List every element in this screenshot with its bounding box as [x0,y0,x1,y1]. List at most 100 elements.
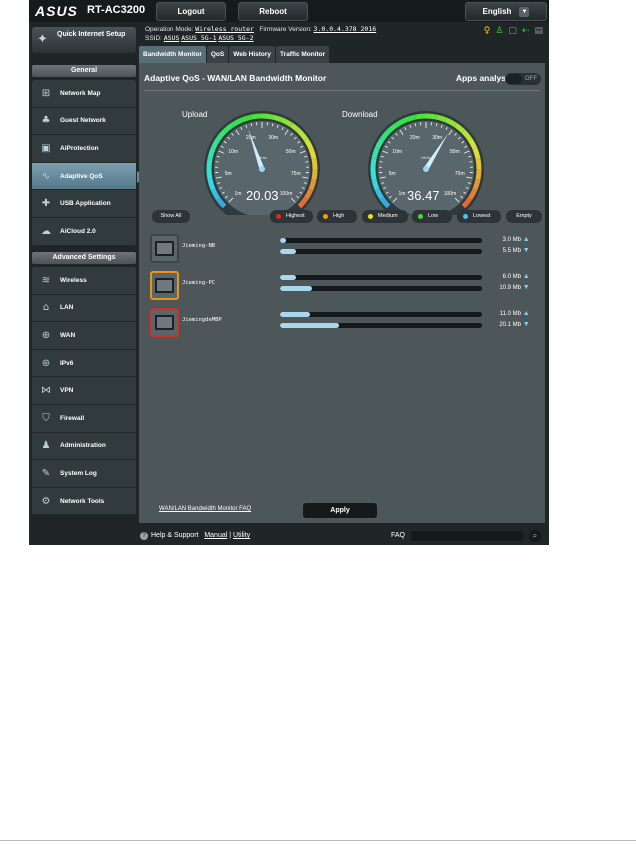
red-dot-icon [276,214,281,219]
priority-filters: Show All Highest High Medium Low Lowest … [152,210,542,223]
page-bottom-rule [0,840,636,841]
gauge-unit: Mbits [421,155,431,160]
download-bar-fill [280,286,313,291]
printer-icon[interactable]: ▤ [534,27,543,36]
gauge-arc-segment [404,114,417,123]
logout-button[interactable]: Logout [156,2,226,21]
tools-icon: ⚙ [41,495,51,507]
apply-button[interactable]: Apply [303,503,377,518]
wan-status-icon[interactable]: ▢ [508,27,517,36]
manual-link[interactable]: Manual [204,532,227,539]
filter-medium-button[interactable]: Medium [362,210,408,223]
download-rate: 20.1 Mb ▼ [489,321,533,328]
reboot-button[interactable]: Reboot [238,2,308,21]
gauge-arc-segment [415,113,427,120]
sidebar-item-wireless[interactable]: ≋ Wireless [32,267,136,295]
tab-web-history[interactable]: Web History [229,46,276,63]
gauge-hub [259,166,265,172]
bulb-icon[interactable]: ♀ [484,27,491,36]
sidebar-item-usb-application[interactable]: ✚ USB Application [32,190,136,218]
sidebar-item-network-tools[interactable]: ⚙ Network Tools [32,488,136,516]
download-rate: 5.5 Mb ▼ [489,247,533,254]
sidebar-item-label: Wireless [60,276,87,284]
sidebar-item-label: Network Tools [60,497,105,505]
chevron-down-icon: ▼ [519,6,530,17]
faq-search-input[interactable] [411,531,523,541]
gauge-hub [423,166,429,172]
ssid-link[interactable]: ASUS [164,34,180,42]
sidebar-item-wan[interactable]: ⊕ WAN [32,322,136,350]
firmware-version-link[interactable]: 3.0.0.4.378_2016 [314,25,377,33]
wifi-icon: ≋ [41,274,51,286]
gauge-arc-segment [271,114,284,123]
laptop-icon[interactable] [150,271,179,300]
language-select[interactable]: English ▼ [465,2,547,21]
ssid-label: SSID: [145,35,162,42]
gauge-tick-label: 1m [398,191,405,197]
device-name: Jieming-PC [182,280,216,286]
device-row: Jieming-PC 6.0 Mb ▲ 10.9 Mb ▼ [147,271,543,309]
toggle-state: OFF [525,76,537,82]
arrow-down-icon: ▼ [522,321,530,328]
show-all-button[interactable]: Show All [152,210,190,223]
footer-separator: | [229,532,232,539]
arrow-up-icon: ▲ [522,236,530,243]
sidebar-item-administration[interactable]: ♟ Administration [32,433,136,461]
rate-unit: Mb [512,237,522,243]
faq-label: FAQ [391,532,406,539]
filter-empty-button[interactable]: Empty [506,210,542,223]
quick-internet-setup-button[interactable]: ✦ Quick Internet Setup [32,27,136,53]
sidebar-item-guest-network[interactable]: ♣ Guest Network [32,108,136,136]
asus-logo: ASUS [35,3,78,19]
upload-value: 20.03 [246,188,279,203]
sidebar-item-aiprotection[interactable]: ▣ AiProtection [32,135,136,163]
sidebar-item-network-map[interactable]: ⊞ Network Map [32,80,136,108]
upload-rate-value: 3.0 [502,237,511,243]
rate-unit: Mb [512,322,522,328]
arrow-down-icon: ▼ [522,247,530,254]
bandwidth-monitor-faq-link[interactable]: WAN/LAN Bandwidth Monitor FAQ [159,506,251,512]
upload-bar-fill [280,312,311,317]
sidebar-item-aicloud[interactable]: ☁ AiCloud 2.0 [32,218,136,246]
gauge-tick-label: 30m [432,135,442,141]
sidebar-item-label: AiProtection [60,144,99,152]
laptop-icon[interactable] [150,308,179,337]
tab-traffic-monitor[interactable]: Traffic Monitor [276,46,330,63]
rate-unit: Mb [512,311,522,317]
sidebar-item-firewall[interactable]: ⛉ Firewall [32,405,136,433]
arrow-up-icon: ▲ [522,273,530,280]
sidebar-item-adaptive-qos[interactable]: ∿ Adaptive QoS [32,162,145,191]
apps-analysis-toggle[interactable]: OFF [505,73,541,85]
gauge-tick-label: 20m [410,135,420,141]
gauge-arc-segment [311,168,318,180]
ssid-link[interactable]: ASUS_5G-2 [218,34,253,42]
filter-label: Empty [516,213,532,219]
filter-high-button[interactable]: High [317,210,357,223]
sidebar-item-vpn[interactable]: ⋈ VPN [32,377,136,405]
gauge-arc-segment [371,147,380,160]
laptop-screen [155,241,174,256]
sidebar-item-label: AiCloud 2.0 [60,227,96,235]
client-status-icon[interactable]: ♙ [495,27,503,36]
utility-link[interactable]: Utility [233,532,250,539]
sidebar-item-label: Administration [60,442,106,450]
sidebar-item-lan[interactable]: ⌂ LAN [32,295,136,323]
upload-rate-value: 6.0 [502,274,511,280]
tab-bandwidth-monitor[interactable]: Bandwidth Monitor [139,46,206,63]
upload-bar [280,312,482,317]
globe-icon: ⊕ [41,329,51,341]
sidebar-item-ipv6[interactable]: ⊛ IPv6 [32,350,136,378]
tab-qos[interactable]: QoS [206,46,229,63]
sidebar-item-system-log[interactable]: ✎ System Log [32,460,136,488]
download-rate: 10.9 Mb ▼ [489,284,533,291]
upload-rate-value: 11.0 [499,311,511,317]
gauge-arc-segment [472,147,481,160]
usb-icon[interactable]: ⇠ [522,27,530,36]
filter-low-button[interactable]: Low [412,210,452,223]
laptop-icon[interactable] [150,234,179,263]
search-icon[interactable]: ⌕ [529,530,541,542]
ssid-link[interactable]: ASUS_5G-1 [181,34,216,42]
filter-lowest-button[interactable]: Lowest [457,210,501,223]
filter-highest-button[interactable]: Highest [270,210,313,223]
operation-mode-link[interactable]: Wireless router [195,25,254,33]
